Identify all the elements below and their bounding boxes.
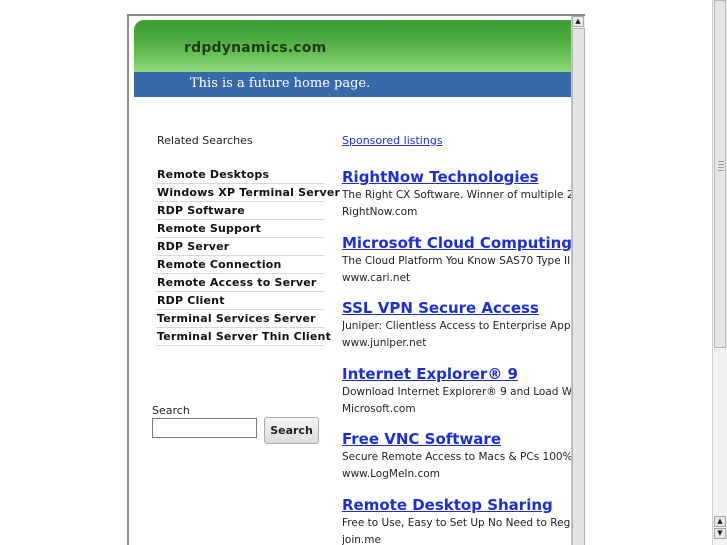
ad-title-link[interactable]: RightNow Technologies [342,167,571,187]
ad-description: Free to Use, Easy to Set Up No Need to R… [342,516,571,529]
ad-listing: Internet Explorer® 9 Download Internet E… [342,364,571,430]
sponsored-ads: RightNow Technologies The Right CX Softw… [342,167,571,545]
frame-scrollbar[interactable]: ▲ [571,16,585,545]
ad-description: The Cloud Platform You Know SAS70 Type I… [342,254,571,267]
ad-listing: Free VNC Software Secure Remote Access t… [342,429,571,495]
thumb-grip [718,170,724,171]
ad-url: Microsoft.com [342,402,416,415]
related-searches-list: Remote Desktops Windows XP Terminal Serv… [156,167,340,347]
search-input[interactable] [152,418,257,438]
ad-url: www.cari.net [342,271,411,284]
sponsored-listings-link[interactable]: Sponsored listings [342,134,443,147]
search-label: Search [152,404,190,417]
ad-title-link[interactable]: Remote Desktop Sharing [342,495,571,515]
ad-title-link[interactable]: Microsoft Cloud Computing [342,233,571,253]
related-search-link[interactable]: RDP Client [156,293,324,310]
site-title: rdpdynamics.com [184,40,327,56]
related-search-link[interactable]: RDP Server [156,239,324,256]
ad-listing: Microsoft Cloud Computing The Cloud Plat… [342,233,571,299]
ad-url: www.juniper.net [342,337,427,349]
ad-title-link[interactable]: Free VNC Software [342,429,571,449]
arrow-up-icon[interactable]: ▲ [714,516,726,527]
related-search-link[interactable]: Windows XP Terminal Server [156,185,340,202]
ad-description: Secure Remote Access to Macs & PCs 100% … [342,451,571,463]
tagline: This is a future home page. [190,76,371,91]
ad-description: Download Internet Explorer® 9 and Load W… [342,385,571,398]
related-search-link[interactable]: Terminal Server Thin Client [156,329,331,346]
tagline-band: This is a future home page. [134,72,571,97]
related-search-link[interactable]: Terminal Services Server [156,311,324,328]
content-area: rdpdynamics.com This is a future home pa… [129,16,571,545]
search-button[interactable]: Search [264,417,319,444]
ad-url: RightNow.com [342,206,418,218]
page-scrollbar-thumb[interactable] [714,0,726,348]
related-search-link[interactable]: Remote Desktops [156,167,324,184]
page-frame: rdpdynamics.com This is a future home pa… [127,14,585,545]
thumb-grip [718,167,724,168]
ad-url: join.me [342,533,381,545]
header-band: rdpdynamics.com [134,20,571,72]
arrow-down-icon[interactable]: ▼ [714,528,726,539]
ad-listing: Remote Desktop Sharing Free to Use, Easy… [342,495,571,545]
thumb-grip [718,164,724,165]
ad-listing: RightNow Technologies The Right CX Softw… [342,167,571,233]
related-search-link[interactable]: Remote Connection [156,257,324,274]
ad-description: Juniper: Clientless Access to Enterprise… [342,320,571,332]
related-searches-heading: Related Searches [157,134,253,147]
related-search-link[interactable]: Remote Support [156,221,324,238]
thumb-grip [718,161,724,162]
ad-description: The Right CX Software. Winner of multipl… [342,189,571,201]
related-search-link[interactable]: RDP Software [156,203,324,220]
related-search-link[interactable]: Remote Access to Server [156,275,324,292]
arrow-up-icon[interactable]: ▲ [572,16,584,27]
frame-scrollbar-thumb[interactable] [572,28,585,545]
ad-title-link[interactable]: Internet Explorer® 9 [342,364,571,384]
page-scrollbar[interactable]: ▲ ▼ [712,0,727,545]
ad-listing: SSL VPN Secure Access Juniper: Clientles… [342,298,571,364]
ad-title-link[interactable]: SSL VPN Secure Access [342,298,571,318]
ad-url: www.LogMeIn.com [342,468,440,480]
